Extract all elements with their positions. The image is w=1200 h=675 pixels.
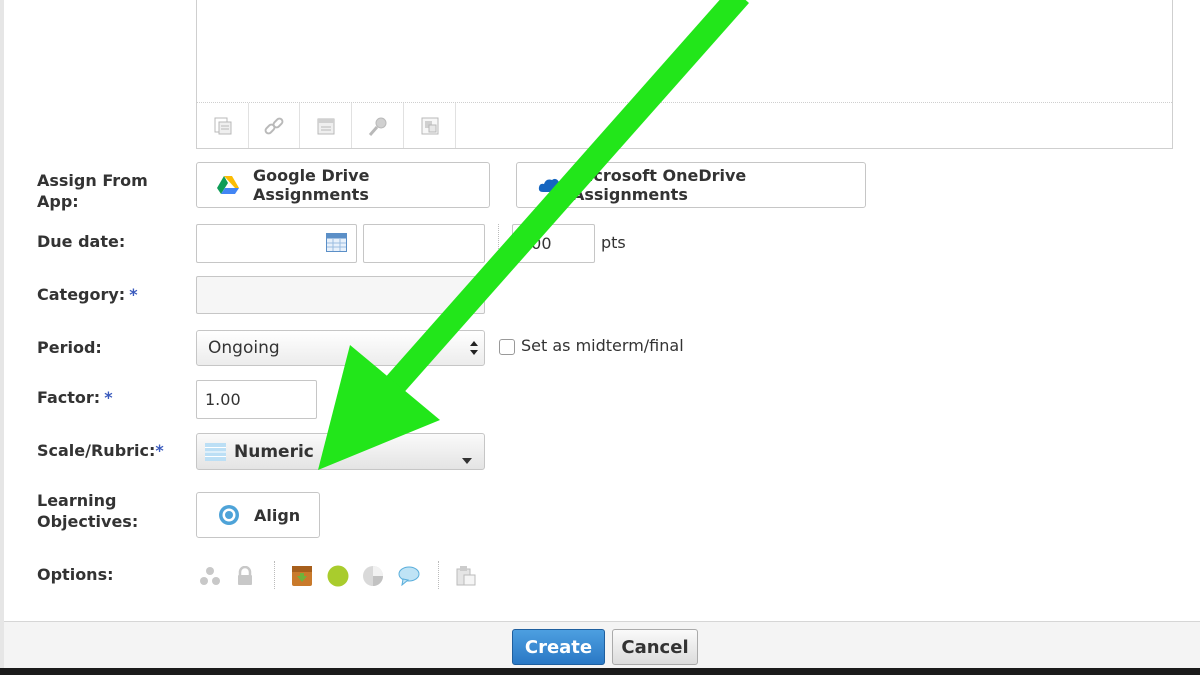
window-bottom-edge <box>0 668 1200 675</box>
learning-objectives-label: Learning Objectives: <box>37 491 139 531</box>
midterm-checkbox[interactable] <box>499 339 515 355</box>
calendar-icon[interactable] <box>326 233 347 256</box>
options-label: Options: <box>37 565 114 584</box>
grade-stats-icon[interactable] <box>362 565 384 587</box>
individual-assign-icon[interactable] <box>199 565 221 587</box>
onedrive-icon <box>538 177 564 193</box>
divider <box>438 561 439 589</box>
period-value: Ongoing <box>208 338 280 358</box>
required-marker: * <box>155 441 164 460</box>
scale-value: Numeric <box>234 441 314 462</box>
required-marker: * <box>104 388 113 407</box>
period-select[interactable]: Ongoing <box>196 330 485 366</box>
points-value: 100 <box>521 234 552 253</box>
published-icon[interactable] <box>327 565 349 587</box>
insert-content-icon[interactable] <box>197 103 249 148</box>
numeric-scale-icon <box>205 442 226 461</box>
midterm-label[interactable]: Set as midterm/final <box>521 336 684 355</box>
factor-value: 1.00 <box>205 390 241 409</box>
points-unit: pts <box>601 233 626 252</box>
factor-input[interactable]: 1.00 <box>196 380 317 419</box>
record-icon[interactable] <box>352 103 404 148</box>
align-button[interactable]: Align <box>196 492 320 538</box>
points-input[interactable]: 100 <box>512 224 595 263</box>
google-drive-icon <box>217 175 239 195</box>
create-button[interactable]: Create <box>512 629 605 665</box>
google-drive-label: Google Drive Assignments <box>253 166 370 204</box>
category-select[interactable] <box>196 276 485 314</box>
required-marker: * <box>129 285 138 304</box>
lock-icon[interactable] <box>234 565 256 587</box>
google-drive-assignments-button[interactable]: Google Drive Assignments <box>196 162 490 208</box>
cancel-button[interactable]: Cancel <box>612 629 698 665</box>
embed-icon[interactable] <box>300 103 352 148</box>
divider <box>498 224 499 263</box>
target-icon <box>218 504 240 526</box>
onedrive-label: Microsoft OneDrive Assignments <box>572 166 747 204</box>
factor-label: Factor: * <box>37 388 113 407</box>
scale-rubric-label: Scale/Rubric:* <box>37 441 164 460</box>
comments-icon[interactable] <box>398 565 420 587</box>
window-left-edge <box>0 0 4 668</box>
copy-icon[interactable] <box>455 565 477 587</box>
dropbox-icon[interactable] <box>291 565 313 587</box>
link-icon[interactable] <box>248 103 300 148</box>
align-label: Align <box>254 505 301 525</box>
insert-file-icon[interactable] <box>404 103 456 148</box>
editor-toolbar <box>197 102 1172 148</box>
description-editor[interactable] <box>196 0 1173 149</box>
select-arrows-icon <box>470 340 478 361</box>
assign-from-app-label: Assign From App: <box>37 171 148 211</box>
category-label: Category: * <box>37 285 138 304</box>
chevron-down-icon <box>462 449 472 469</box>
due-date-label: Due date: <box>37 232 126 251</box>
scale-rubric-select[interactable]: Numeric <box>196 433 485 470</box>
period-label: Period: <box>37 338 102 357</box>
divider <box>274 561 275 589</box>
due-time-input[interactable] <box>363 224 485 263</box>
due-date-input[interactable] <box>196 224 357 263</box>
onedrive-assignments-button[interactable]: Microsoft OneDrive Assignments <box>516 162 866 208</box>
